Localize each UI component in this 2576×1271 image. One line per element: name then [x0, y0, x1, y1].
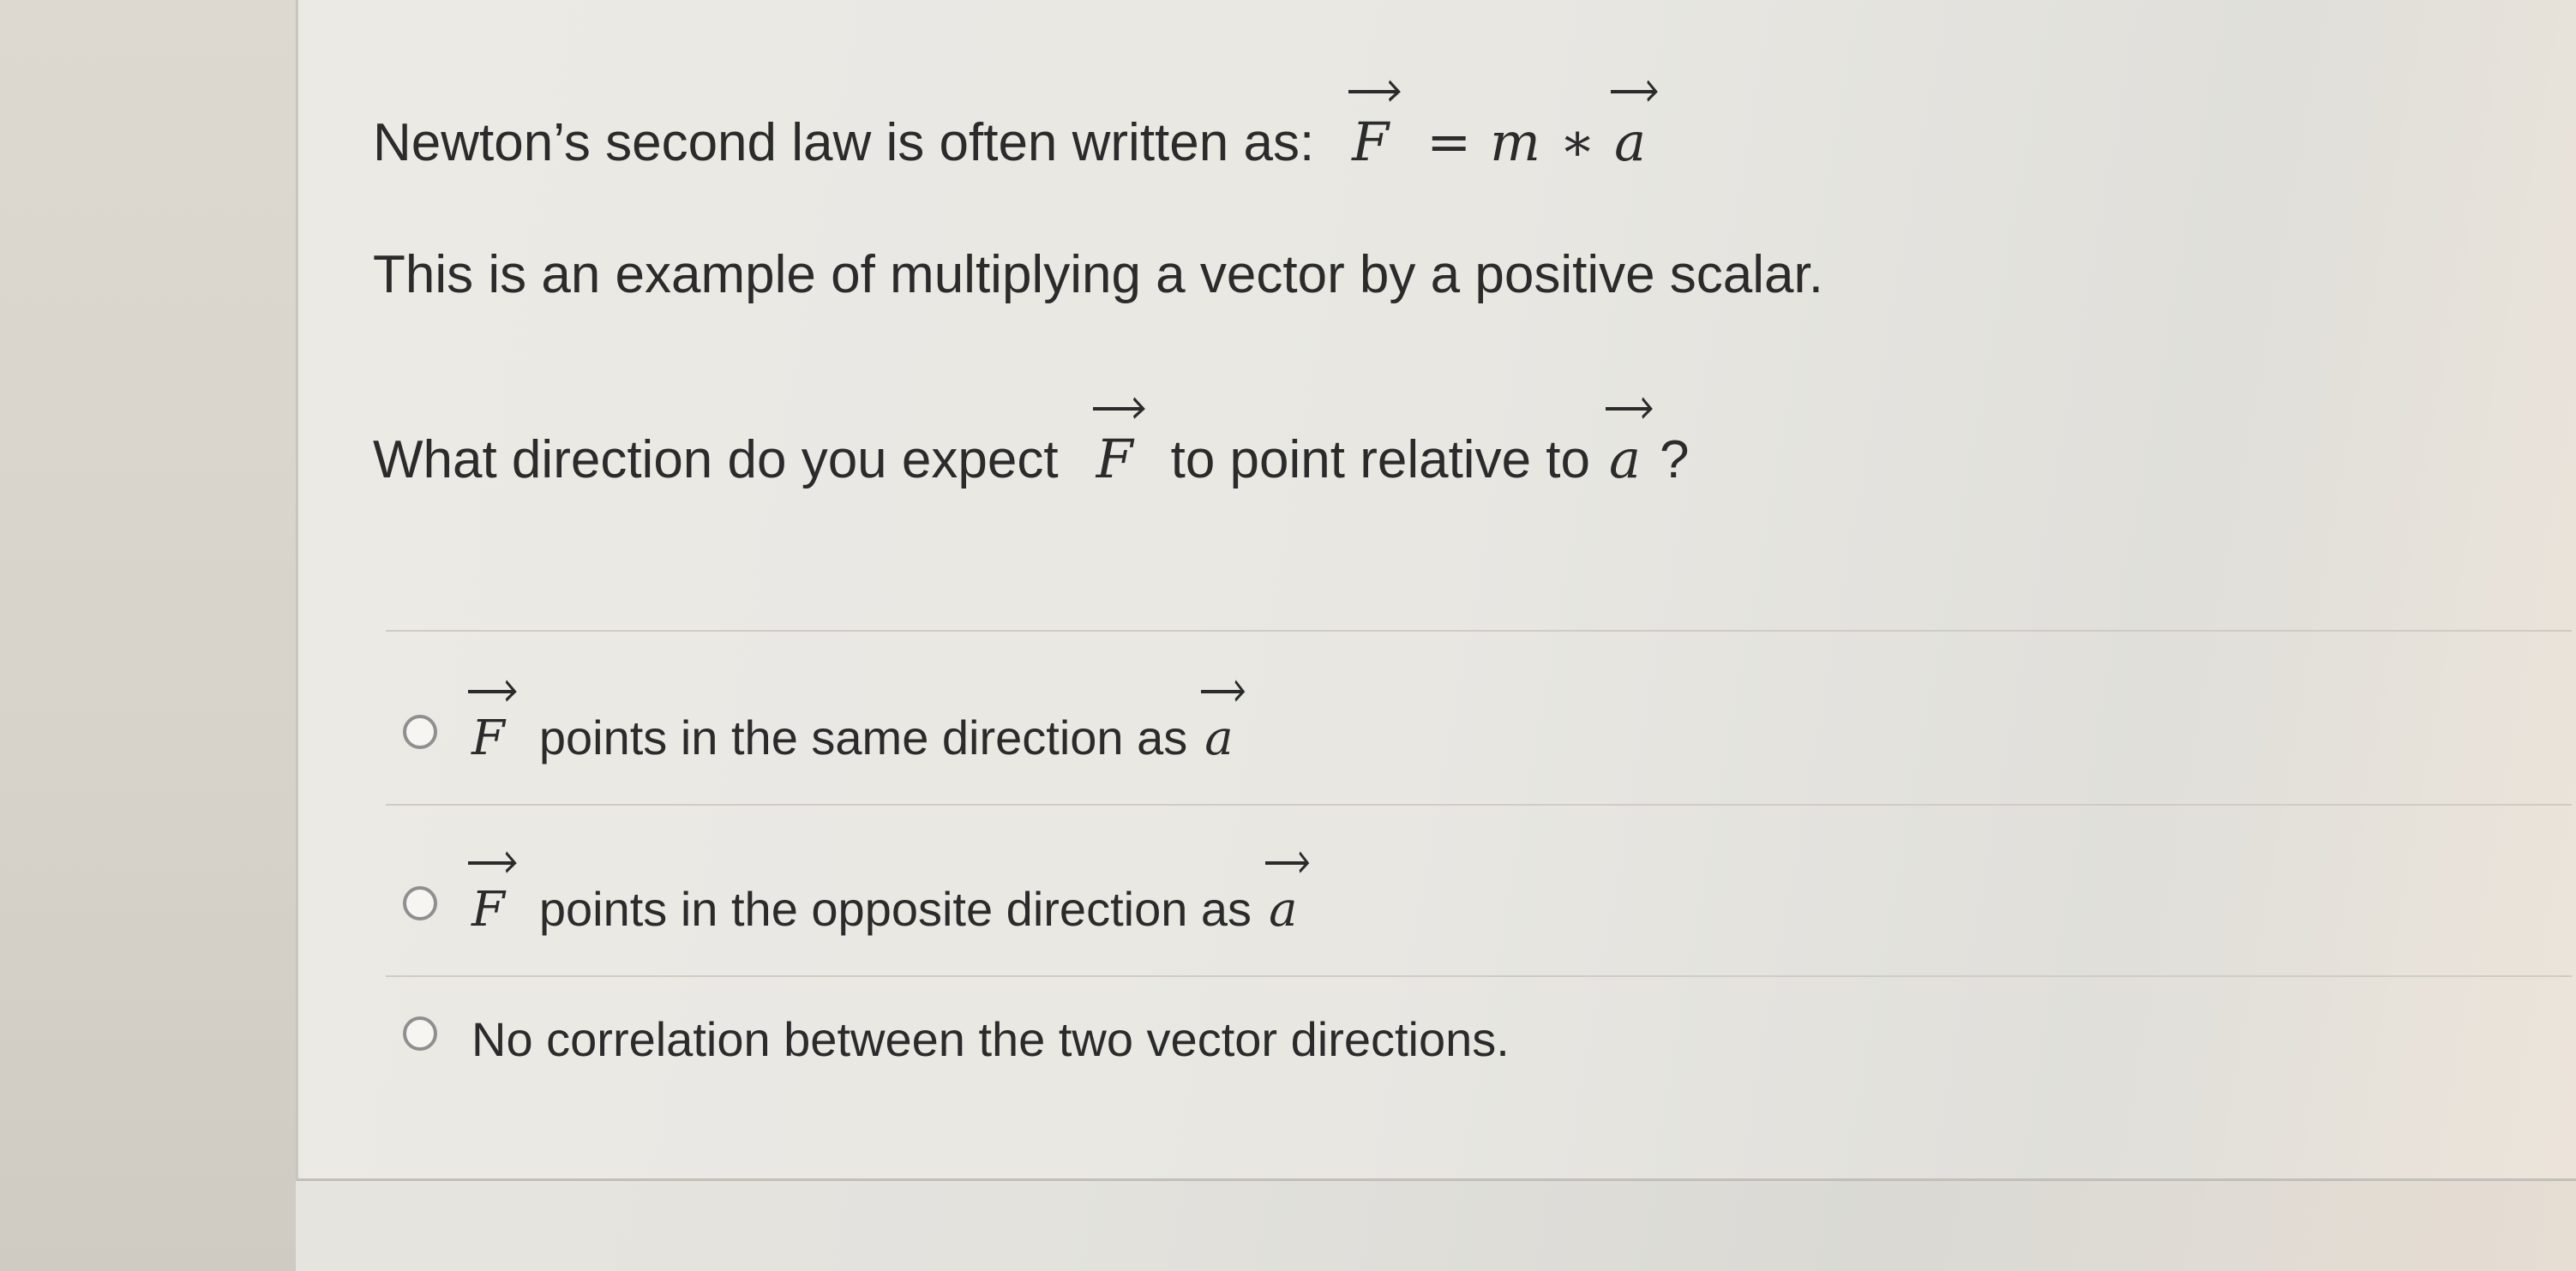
acceleration-vector: a	[1265, 851, 1310, 938]
divider	[386, 804, 2572, 806]
prompt-text-middle: to point relative to	[1170, 430, 1590, 489]
equation-intro-text: Newton’s second law is often written as:	[373, 113, 1315, 172]
answer-option-same-direction[interactable]: F points in the same direction as a	[403, 680, 1246, 766]
acceleration-vector: a	[1611, 80, 1658, 173]
radio-button[interactable]	[403, 1016, 437, 1051]
option-label: F points in the opposite direction as a	[468, 851, 1310, 938]
vector-arrow-icon	[1092, 393, 1145, 419]
prompt-text-start: What direction do you expect	[373, 430, 1059, 489]
mass-symbol: m	[1490, 111, 1540, 173]
multiply-sign: ∗	[1558, 111, 1596, 173]
option-label: No correlation between the two vector di…	[471, 1012, 1510, 1066]
vector-arrow-icon	[1606, 393, 1653, 419]
question-line-equation: Newton’s second law is often written as:…	[373, 80, 1658, 173]
radio-button[interactable]	[403, 715, 437, 749]
question-line-explanation: This is an example of multiplying a vect…	[373, 244, 1823, 305]
page-margin	[0, 0, 296, 1271]
answer-option-opposite-direction[interactable]: F points in the opposite direction as a	[403, 851, 1310, 938]
option-label: F points in the same direction as a	[468, 680, 1246, 766]
vector-arrow-icon	[1265, 848, 1310, 873]
radio-button[interactable]	[403, 886, 437, 920]
prompt-text-end: ?	[1659, 430, 1690, 489]
divider	[386, 630, 2572, 632]
vector-arrow-icon	[1201, 676, 1246, 702]
vector-arrow-icon	[1611, 76, 1658, 102]
acceleration-vector: a	[1606, 397, 1653, 490]
question-card	[296, 0, 2576, 1181]
divider	[386, 975, 2572, 977]
vector-arrow-icon	[468, 676, 517, 702]
question-prompt: What direction do you expect F to point …	[373, 397, 1690, 490]
vector-arrow-icon	[468, 848, 517, 873]
equals-sign: =	[1426, 111, 1472, 173]
explanation-text: This is an example of multiplying a vect…	[373, 245, 1823, 304]
force-vector: F	[468, 851, 517, 938]
force-vector: F	[1348, 80, 1402, 173]
answer-option-no-correlation[interactable]: No correlation between the two vector di…	[403, 1011, 1510, 1067]
acceleration-vector: a	[1201, 680, 1246, 766]
vector-arrow-icon	[1348, 76, 1402, 102]
force-vector: F	[1092, 397, 1145, 490]
force-vector: F	[468, 680, 517, 766]
